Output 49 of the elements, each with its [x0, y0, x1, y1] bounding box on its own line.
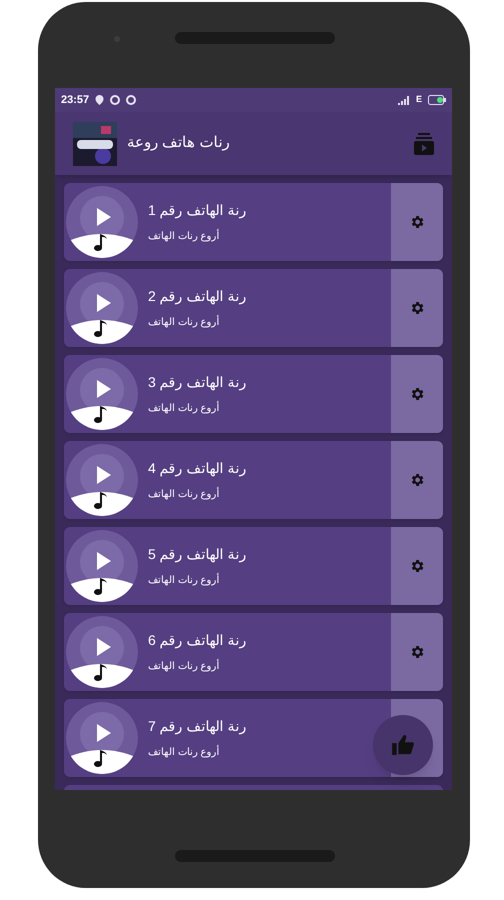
ringtone-title: رنة الهاتف رقم 3 — [148, 373, 246, 392]
app-title: رنات هاتف روعة — [127, 133, 230, 154]
ringtone-title: رنة الهاتف رقم 1 — [148, 201, 246, 220]
status-time: 23:57 — [61, 92, 90, 108]
settings-icon — [409, 472, 425, 488]
ringtone-subtitle: أروع رنات الهاتف — [148, 487, 220, 502]
ringtone-subtitle: أروع رنات الهاتف — [148, 745, 220, 760]
settings-icon — [409, 214, 425, 230]
ringtone-title: رنة الهاتف رقم 7 — [148, 717, 246, 736]
ringtone-subtitle: أروع رنات الهاتف — [148, 401, 220, 416]
settings-panel[interactable] — [391, 355, 443, 433]
ringtone-card[interactable]: رنة الهاتف رقم 4 أروع رنات الهاتف — [64, 441, 443, 519]
ringtone-card[interactable]: رنة الهاتف رقم 6 أروع رنات الهاتف — [64, 613, 443, 691]
signal-icon — [398, 96, 410, 104]
location-icon — [95, 95, 104, 105]
circle-icon — [126, 95, 136, 105]
disc-play-icon[interactable] — [66, 272, 138, 344]
settings-icon — [409, 386, 425, 402]
ringtone-title: رنة الهاتف رقم 5 — [148, 545, 246, 564]
ringtone-title: رنة الهاتف رقم 2 — [148, 287, 246, 306]
settings-icon — [409, 558, 425, 574]
ringtone-subtitle: أروع رنات الهاتف — [148, 229, 220, 244]
ringtone-title: رنة الهاتف رقم 4 — [148, 459, 246, 478]
ringtone-card[interactable]: رنة الهاتف رقم 7 أروع رنات الهاتف — [64, 699, 443, 777]
circle-icon — [110, 95, 120, 105]
settings-panel[interactable] — [391, 613, 443, 691]
settings-panel[interactable] — [391, 527, 443, 605]
ringtone-card[interactable]: رنة الهاتف رقم 1 أروع رنات الهاتف — [64, 183, 443, 261]
disc-play-icon[interactable] — [66, 530, 138, 602]
thumbs-up-icon — [392, 735, 414, 755]
settings-icon — [409, 300, 425, 316]
ringtone-card[interactable]: رنة الهاتف رقم 5 أروع رنات الهاتف — [64, 527, 443, 605]
ringtone-card[interactable]: رنة الهاتف رقم 2 أروع رنات الهاتف — [64, 269, 443, 347]
network-type: E — [416, 93, 422, 106]
settings-icon — [409, 644, 425, 660]
disc-play-icon[interactable] — [66, 702, 138, 774]
ringtone-subtitle: أروع رنات الهاتف — [148, 659, 220, 674]
ringtone-card[interactable]: رنة الهاتف رقم 3 أروع رنات الهاتف — [64, 355, 443, 433]
disc-play-icon[interactable] — [66, 616, 138, 688]
settings-panel[interactable] — [391, 441, 443, 519]
ringtone-subtitle: أروع رنات الهاتف — [148, 315, 220, 330]
ringtone-subtitle: أروع رنات الهاتف — [148, 573, 220, 588]
battery-icon — [428, 95, 446, 105]
disc-play-icon[interactable] — [66, 444, 138, 516]
settings-panel[interactable] — [391, 269, 443, 347]
ringtone-title: رنة الهاتف رقم 6 — [148, 631, 246, 650]
disc-play-icon[interactable] — [66, 358, 138, 430]
settings-panel[interactable] — [391, 183, 443, 261]
disc-play-icon[interactable] — [66, 186, 138, 258]
